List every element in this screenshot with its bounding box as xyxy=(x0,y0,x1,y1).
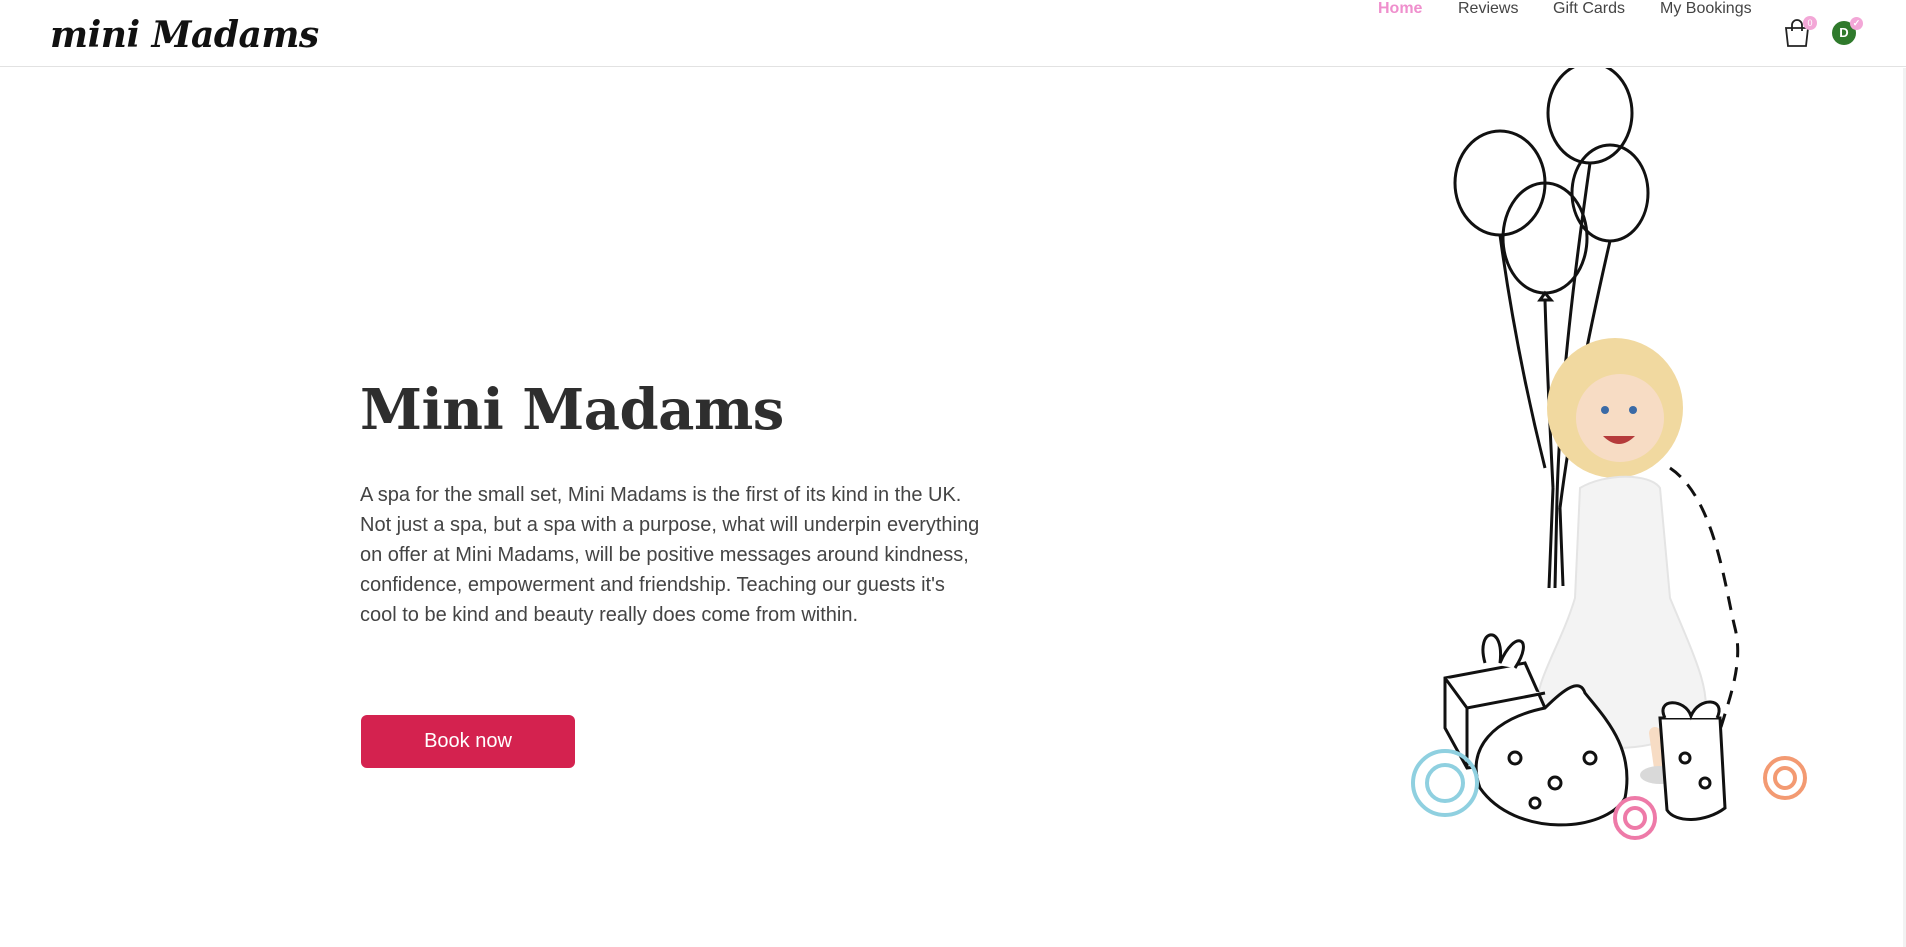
hero-illustration xyxy=(1411,68,1807,840)
user-avatar[interactable]: D ✓ xyxy=(1832,17,1863,45)
nav-link-reviews[interactable]: Reviews xyxy=(1458,0,1518,18)
hero-title: Mini Madams xyxy=(360,377,784,443)
nav-link-my-bookings[interactable]: My Bookings xyxy=(1660,0,1752,18)
hero-description: A spa for the small set, Mini Madams is … xyxy=(360,484,980,626)
brand-logo[interactable]: mini Madams xyxy=(50,12,319,58)
cart-button[interactable]: 0 xyxy=(1783,16,1817,48)
nav-link-gift-cards[interactable]: Gift Cards xyxy=(1553,0,1625,18)
avatar-initial: D xyxy=(1839,25,1849,40)
top-navbar: mini Madams Home Reviews Gift Cards My B… xyxy=(0,0,1906,67)
check-icon: ✓ xyxy=(1850,17,1863,30)
nav-link-home[interactable]: Home xyxy=(1378,0,1422,18)
cart-count-badge: 0 xyxy=(1803,16,1817,30)
book-now-button[interactable]: Book now xyxy=(361,715,575,768)
